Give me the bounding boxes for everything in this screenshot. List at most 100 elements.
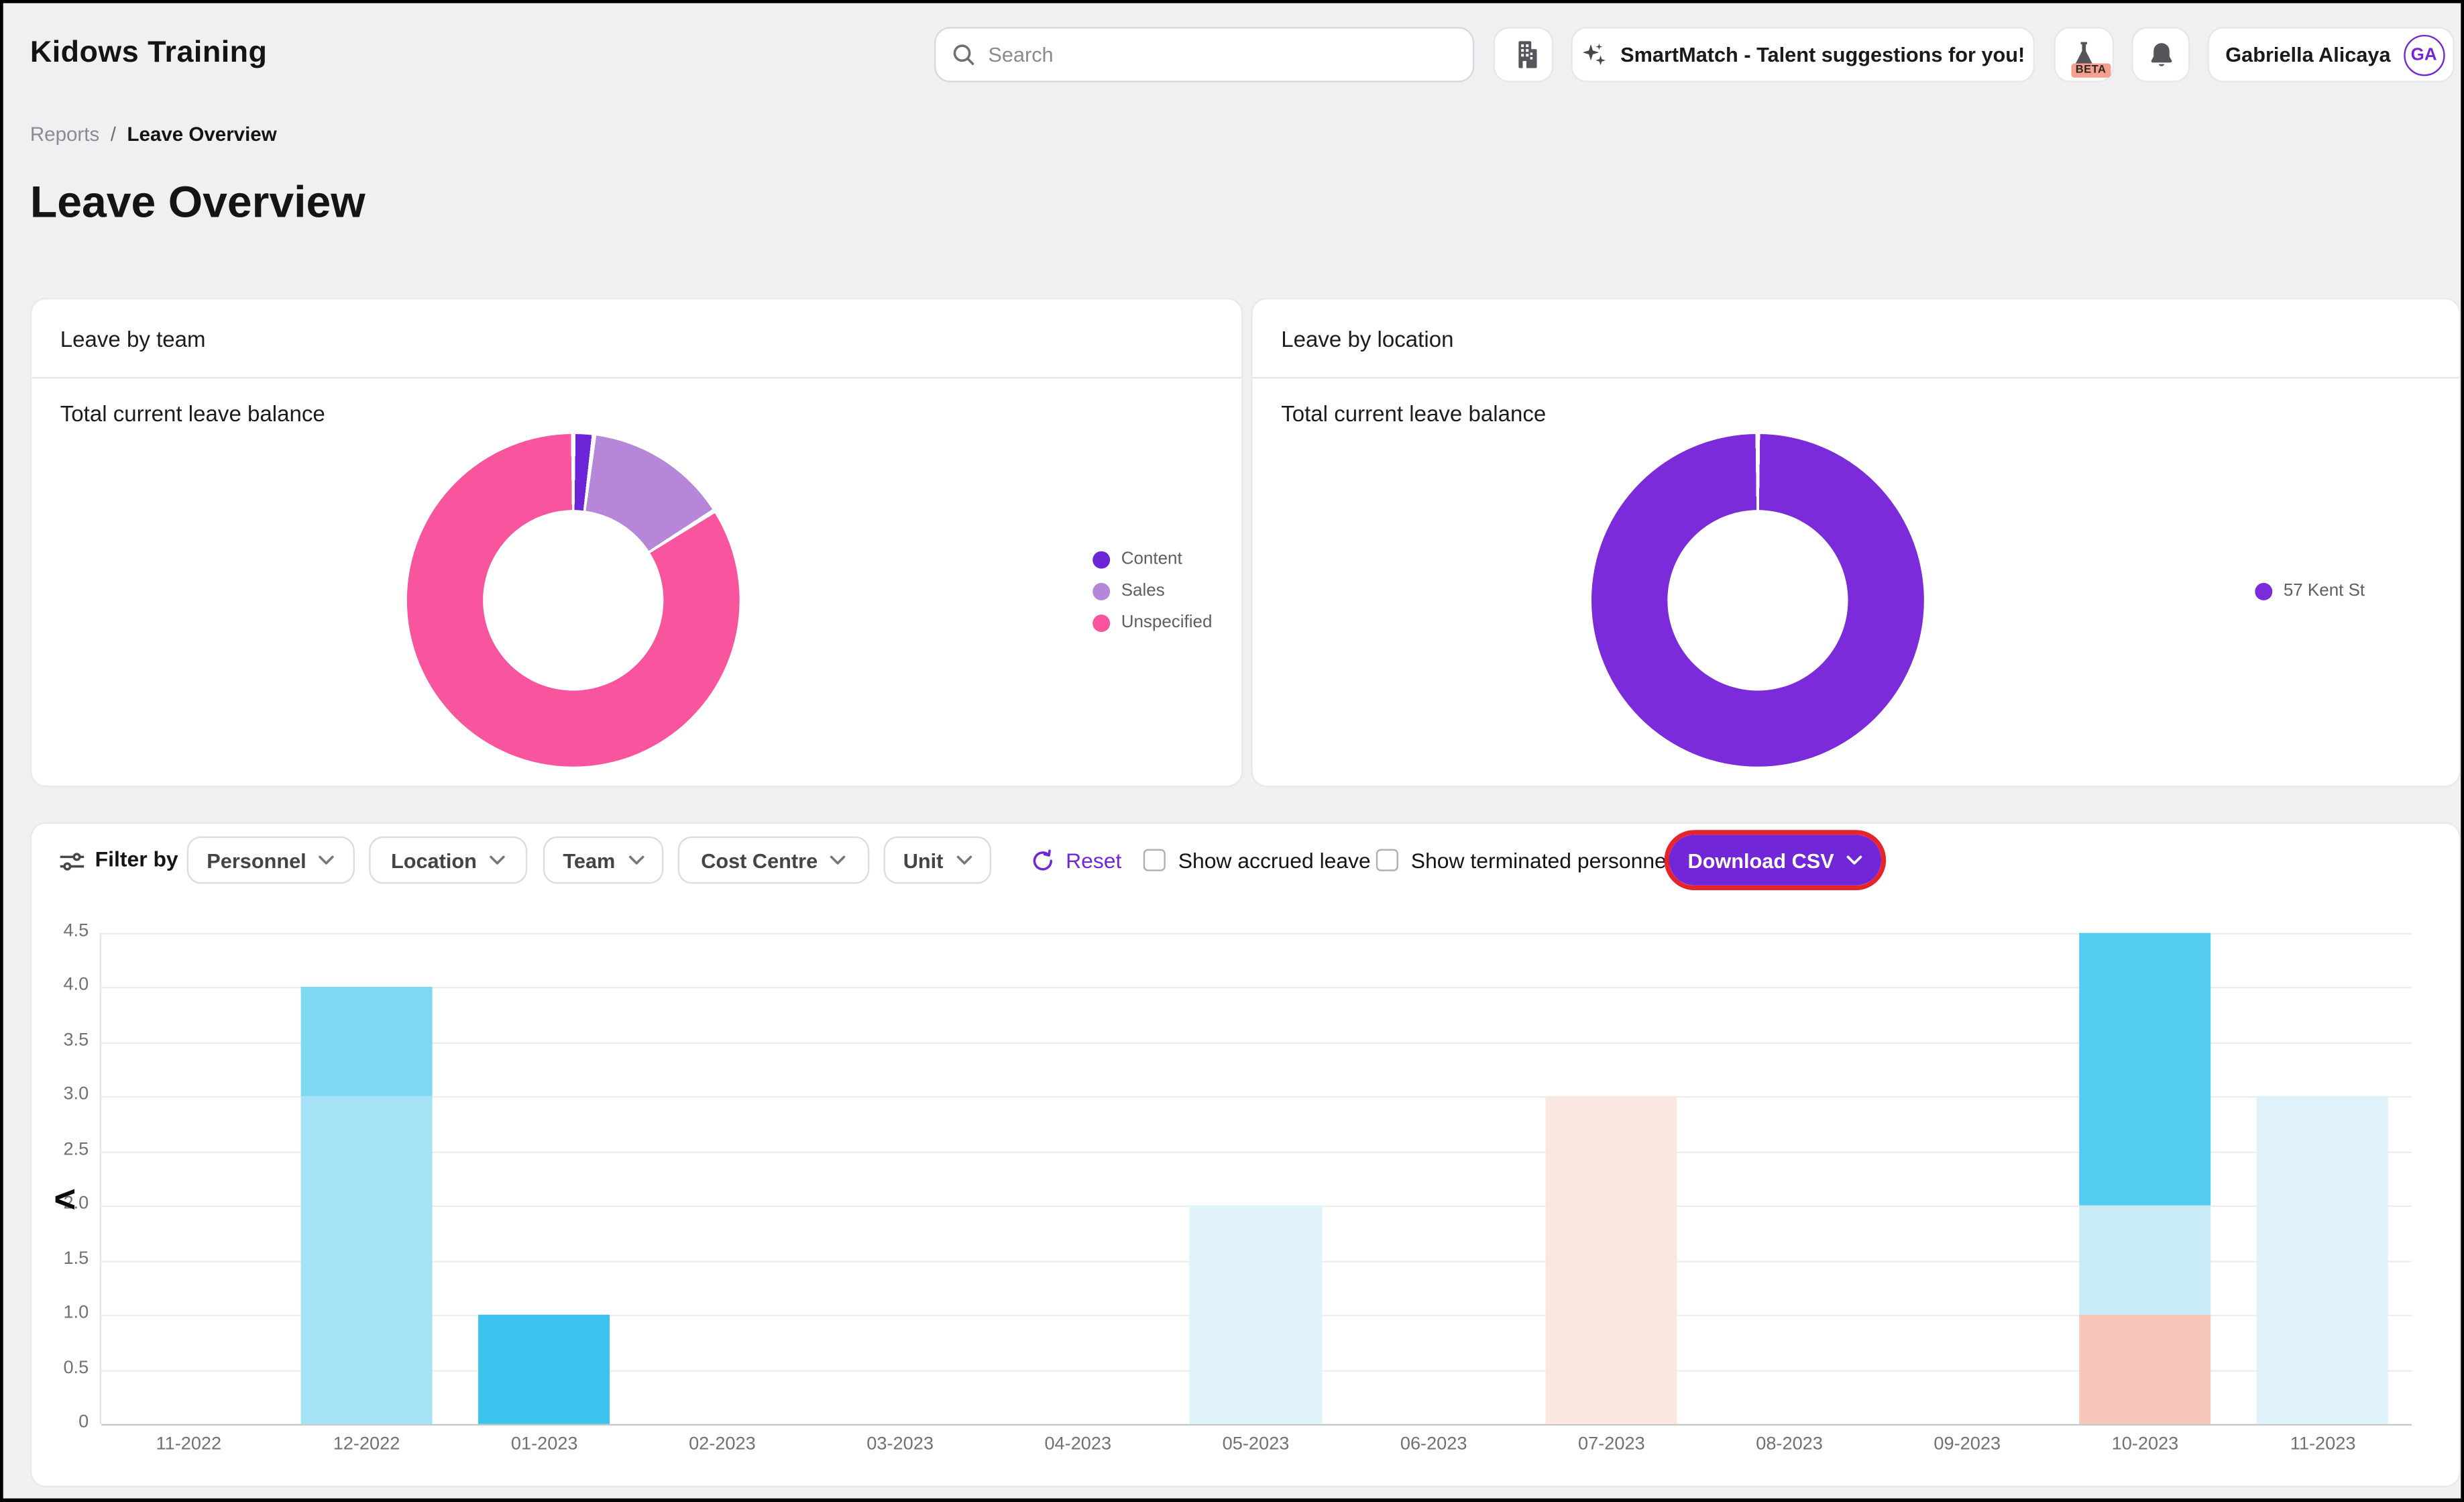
x-axis-label: 12-2022 — [278, 1435, 455, 1454]
scroll-left-chevron-icon[interactable]: < — [54, 1181, 76, 1220]
x-axis-label: 10-2023 — [2056, 1435, 2234, 1454]
show-terminated-personnel-checkbox[interactable] — [1376, 849, 1398, 871]
legend-dot-unspecified — [1093, 614, 1110, 631]
bar-segment — [1546, 1097, 1677, 1424]
leave-by-location-card-title: Leave by location — [1253, 299, 2459, 378]
leave-by-location-legend: 57 Kent St — [2255, 582, 2365, 600]
x-axis-label: 06-2023 — [1345, 1435, 1522, 1454]
y-axis-label: 0 — [41, 1413, 89, 1432]
bar-segment — [2079, 933, 2210, 1206]
legend-label: 57 Kent St — [2284, 582, 2365, 600]
unit-filter-dropdown[interactable]: Unit — [884, 837, 992, 884]
notifications-button[interactable] — [2131, 27, 2190, 83]
smartmatch-button[interactable]: SmartMatch - Talent suggestions for you! — [1571, 27, 2035, 83]
team-filter-dropdown[interactable]: Team — [543, 837, 663, 884]
leave-by-team-donut-chart — [407, 434, 740, 767]
show-accrued-leave-checkbox-group[interactable]: Show accrued leave — [1143, 837, 1371, 884]
download-csv-button[interactable]: Download CSV — [1669, 835, 1881, 886]
legend-item: Content — [1093, 549, 1212, 568]
reset-label: Reset — [1066, 848, 1121, 871]
donut-hole — [483, 510, 663, 690]
y-axis-label: 3.0 — [41, 1085, 89, 1104]
dropdown-label: Team — [563, 848, 615, 871]
leave-by-team-card-title: Leave by team — [32, 299, 1241, 378]
bar-stack — [1546, 1097, 1677, 1424]
bar-column — [633, 933, 811, 1424]
page-title: Leave Overview — [30, 177, 366, 228]
y-axis-label: 3.5 — [41, 1031, 89, 1050]
bell-icon — [2148, 40, 2174, 69]
search-box[interactable] — [934, 27, 1474, 83]
breadcrumb-separator: / — [111, 123, 116, 146]
y-axis-label: 1.5 — [41, 1249, 89, 1268]
download-csv-label: Download CSV — [1687, 848, 1834, 871]
bar-column — [1167, 933, 1345, 1424]
chevron-down-icon — [956, 855, 972, 865]
dropdown-label: Cost Centre — [701, 848, 818, 871]
x-axis-label: 01-2023 — [455, 1435, 633, 1454]
sparkles-icon — [1581, 41, 1608, 68]
bar-column — [2234, 933, 2412, 1424]
dropdown-label: Unit — [903, 848, 944, 871]
bar-segment — [2079, 1315, 2210, 1424]
bar-chart-columns — [100, 933, 2412, 1424]
bar-column — [1700, 933, 1878, 1424]
y-axis-label: 4.5 — [41, 922, 89, 941]
bar-column — [1879, 933, 2056, 1424]
user-menu-button[interactable]: Gabriella Alicaya GA — [2207, 27, 2454, 83]
leave-by-location-subtitle: Total current leave balance — [1281, 400, 1546, 426]
leave-by-location-donut-chart — [1591, 434, 1924, 767]
leave-by-team-legend: Content Sales Unspecified — [1093, 549, 1212, 632]
chevron-down-icon — [1847, 855, 1863, 865]
bar-segment — [300, 1097, 432, 1424]
legend-label: Content — [1121, 549, 1182, 568]
bar-column — [2056, 933, 2234, 1424]
bar-stack — [300, 987, 432, 1424]
app-name: Kidows Training — [30, 36, 268, 71]
x-axis-label: 11-2022 — [100, 1435, 278, 1454]
bar-segment — [1190, 1205, 1321, 1424]
breadcrumb-current: Leave Overview — [127, 123, 277, 146]
filter-icon — [58, 849, 85, 875]
x-axis-label: 07-2023 — [1522, 1435, 1700, 1454]
leave-chart-card: Filter by Personnel Location Team Cost C… — [30, 822, 2461, 1487]
labs-beta-button[interactable]: BETA — [2054, 27, 2114, 83]
smartmatch-label: SmartMatch - Talent suggestions for you! — [1620, 43, 2025, 66]
breadcrumb: Reports / Leave Overview — [30, 123, 277, 146]
legend-label: Unspecified — [1121, 613, 1213, 632]
y-axis-label: 2.5 — [41, 1140, 89, 1159]
y-axis-label: 4.0 — [41, 977, 89, 996]
x-axis-label: 04-2023 — [989, 1435, 1167, 1454]
bar-segment — [2079, 1205, 2210, 1315]
bar-column — [455, 933, 633, 1424]
bar-stack — [479, 1315, 610, 1424]
bar-stack — [2079, 933, 2210, 1424]
bar-stack — [2257, 1097, 2388, 1424]
x-axis-label: 09-2023 — [1879, 1435, 2056, 1454]
chevron-down-icon — [490, 855, 506, 865]
legend-dot-57-kent-st — [2255, 582, 2272, 600]
company-button[interactable] — [1494, 27, 1554, 83]
reset-icon — [1031, 848, 1054, 871]
x-axis-label: 08-2023 — [1700, 1435, 1878, 1454]
chevron-down-icon — [628, 855, 644, 865]
reset-filters-button[interactable]: Reset — [1031, 837, 1121, 884]
breadcrumb-reports-link[interactable]: Reports — [30, 123, 99, 146]
chevron-down-icon — [830, 855, 846, 865]
cost-centre-filter-dropdown[interactable]: Cost Centre — [678, 837, 870, 884]
app-window: Kidows Training SmartMatch - Talent — [3, 3, 2461, 1499]
chevron-down-icon — [319, 855, 335, 865]
avatar: GA — [2403, 34, 2444, 75]
show-accrued-leave-checkbox[interactable] — [1143, 849, 1166, 871]
x-axis-label: 11-2023 — [2234, 1435, 2412, 1454]
personnel-filter-dropdown[interactable]: Personnel — [187, 837, 355, 884]
x-axis-label: 05-2023 — [1167, 1435, 1345, 1454]
show-terminated-personnel-checkbox-group[interactable]: Show terminated personnel — [1376, 837, 1671, 884]
beta-badge: BETA — [2071, 63, 2111, 77]
legend-item: Unspecified — [1093, 613, 1212, 632]
location-filter-dropdown[interactable]: Location — [369, 837, 527, 884]
search-input[interactable] — [988, 43, 1457, 66]
bar-column — [811, 933, 989, 1424]
bar-segment — [2257, 1097, 2388, 1424]
show-accrued-leave-label: Show accrued leave — [1178, 848, 1371, 871]
